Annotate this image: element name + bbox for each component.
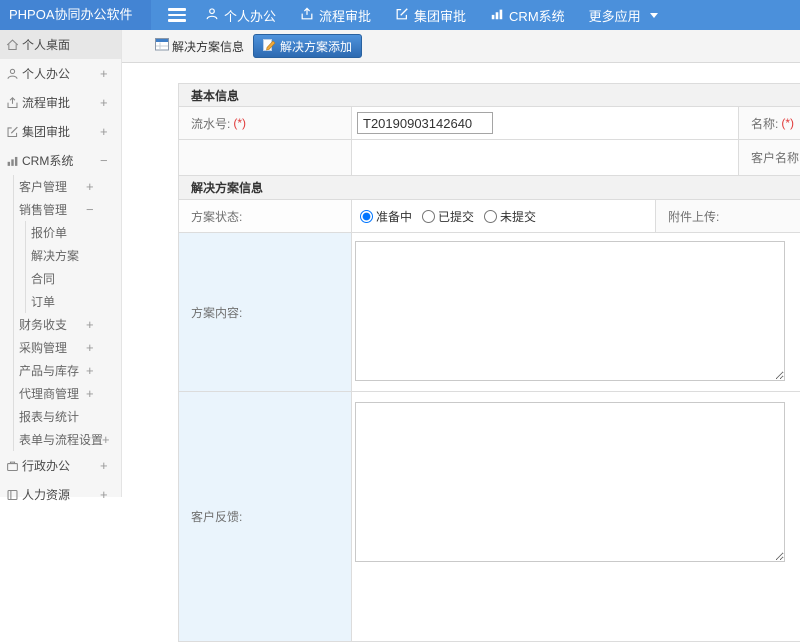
tab-strip: 解决方案信息 解决方案添加 (122, 30, 800, 63)
tab-solution-info[interactable]: 解决方案信息 (155, 38, 244, 55)
sidebar-item-desktop[interactable]: 个人桌面 (0, 30, 121, 59)
expand-icon[interactable]: + (86, 341, 94, 354)
top-bar: PHPOA协同办公软件 个人办公 流程审批 集团审批 CRM系统 更多应用 (0, 0, 800, 30)
form-row-customer-name: 客户名称: (*) (178, 140, 800, 176)
feedback-label-cell: 客户反馈: (179, 392, 352, 641)
serial-label-cell: 流水号: (*) (179, 107, 352, 139)
nav-more-apps[interactable]: 更多应用 (589, 6, 658, 25)
sidebar-item-reports-statistics[interactable]: 报表与统计 (0, 405, 121, 428)
expand-icon[interactable]: + (86, 387, 94, 400)
share-arrow-icon (6, 96, 19, 109)
expand-icon[interactable]: + (100, 67, 108, 80)
nav-crm-system[interactable]: CRM系统 (490, 6, 565, 25)
sidebar-item-human-resources[interactable]: 人力资源 + (0, 480, 121, 509)
sidebar-item-agent-management[interactable]: 代理商管理 + (0, 382, 121, 405)
serial-number-input[interactable] (357, 112, 493, 134)
empty-label-cell (179, 140, 352, 175)
pencil-doc-icon (263, 38, 276, 54)
attachment-label-cell: 附件上传: (656, 200, 800, 232)
sidebar-item-administration[interactable]: 行政办公 + (0, 451, 121, 480)
form-row-feedback: 客户反馈: (178, 392, 800, 642)
tab-solution-add-active[interactable]: 解决方案添加 (253, 34, 363, 58)
sidebar-item-products-inventory[interactable]: 产品与库存 + (0, 359, 121, 382)
edit-square-icon (395, 7, 409, 24)
radio-unsubmitted[interactable] (484, 209, 498, 223)
sidebar-item-procurement[interactable]: 采购管理 + (0, 336, 121, 359)
radio-preparing[interactable] (360, 209, 373, 223)
expand-icon[interactable]: + (100, 125, 108, 138)
collapse-icon[interactable]: − (86, 203, 94, 216)
empty-field-cell (352, 140, 739, 175)
sidebar-item-solution[interactable]: 解决方案 (0, 244, 121, 267)
sidebar-item-crm-system[interactable]: CRM系统 − (0, 146, 121, 175)
bar-chart-icon (6, 154, 19, 167)
share-arrow-icon (300, 7, 314, 24)
edit-square-icon (6, 125, 19, 138)
sidebar-item-sales-management[interactable]: 销售管理 − (0, 198, 121, 221)
sidebar-item-contract[interactable]: 合同 (0, 267, 121, 290)
sidebar: 个人桌面 个人办公 + 流程审批 + 集团审批 + CRM系统 − 客户管理 +… (0, 30, 122, 502)
nav-personal-office[interactable]: 个人办公 (205, 6, 276, 25)
menu-toggle-icon[interactable] (168, 8, 186, 22)
bar-chart-icon (490, 7, 504, 24)
form-row-content: 方案内容: (178, 233, 800, 392)
collapse-icon[interactable]: − (100, 154, 108, 167)
radio-option-preparing[interactable]: 准备中 (360, 208, 412, 225)
expand-icon[interactable]: + (86, 364, 94, 377)
name-label-cell: 名称: (*) (739, 107, 800, 139)
table-window-icon (155, 38, 169, 54)
section-header-basic-info: 基本信息 (178, 83, 800, 107)
expand-icon[interactable]: + (100, 96, 108, 109)
user-icon (6, 67, 19, 80)
form-row-status: 方案状态: 准备中 已提交 未提交 附件上传: (178, 200, 800, 233)
caret-down-icon (649, 12, 658, 18)
expand-icon[interactable]: + (86, 318, 94, 331)
status-radio-group: 准备中 已提交 未提交 (352, 200, 656, 232)
radio-option-submitted[interactable]: 已提交 (422, 208, 474, 225)
section-header-solution-info: 解决方案信息 (178, 176, 800, 200)
content-label-cell: 方案内容: (179, 233, 352, 391)
nav-group-approval[interactable]: 集团审批 (395, 6, 466, 25)
sidebar-item-finance[interactable]: 财务收支 + (0, 313, 121, 336)
radio-submitted[interactable] (422, 209, 436, 223)
sidebar-item-customer-management[interactable]: 客户管理 + (0, 175, 121, 198)
expand-icon[interactable]: + (102, 433, 110, 446)
status-label-cell: 方案状态: (179, 200, 352, 232)
expand-icon[interactable]: + (100, 459, 108, 472)
sidebar-item-personal-office[interactable]: 个人办公 + (0, 59, 121, 88)
sidebar-item-order[interactable]: 订单 (0, 290, 121, 313)
sidebar-item-quotation[interactable]: 报价单 (0, 221, 121, 244)
user-icon (205, 7, 219, 24)
radio-option-unsubmitted[interactable]: 未提交 (484, 208, 536, 225)
content-textarea[interactable] (355, 241, 785, 381)
app-logo[interactable]: PHPOA协同办公软件 (0, 0, 151, 30)
feedback-textarea[interactable] (355, 402, 785, 562)
nav-workflow-approval[interactable]: 流程审批 (300, 6, 371, 25)
form-row-serial: 流水号: (*) 名称: (*) (178, 107, 800, 140)
expand-icon[interactable]: + (86, 180, 94, 193)
home-icon (6, 38, 19, 51)
sidebar-item-workflow-approval[interactable]: 流程审批 + (0, 88, 121, 117)
customer-name-label-cell: 客户名称: (*) (739, 140, 800, 175)
required-mark: (*) (233, 116, 247, 130)
top-navigation: 个人办公 流程审批 集团审批 CRM系统 更多应用 (205, 0, 682, 30)
briefcase-icon (6, 459, 19, 472)
sidebar-item-form-workflow-settings[interactable]: 表单与流程设置 + (0, 428, 121, 451)
book-icon (6, 488, 19, 501)
expand-icon[interactable]: + (100, 488, 108, 501)
required-mark: (*) (781, 116, 795, 130)
sidebar-item-group-approval[interactable]: 集团审批 + (0, 117, 121, 146)
